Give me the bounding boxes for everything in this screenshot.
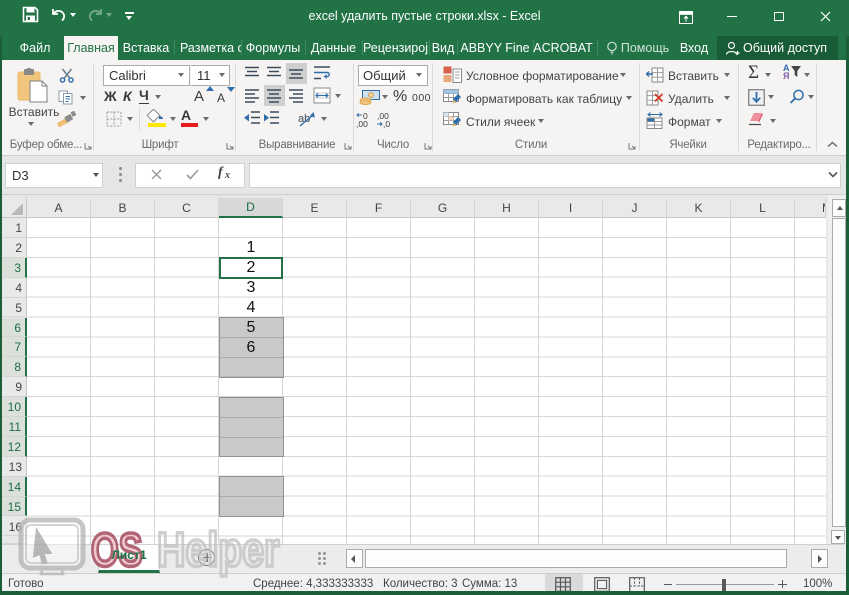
svg-text:,0: ,0 xyxy=(383,119,390,129)
svg-text:,00: ,00 xyxy=(356,119,368,129)
